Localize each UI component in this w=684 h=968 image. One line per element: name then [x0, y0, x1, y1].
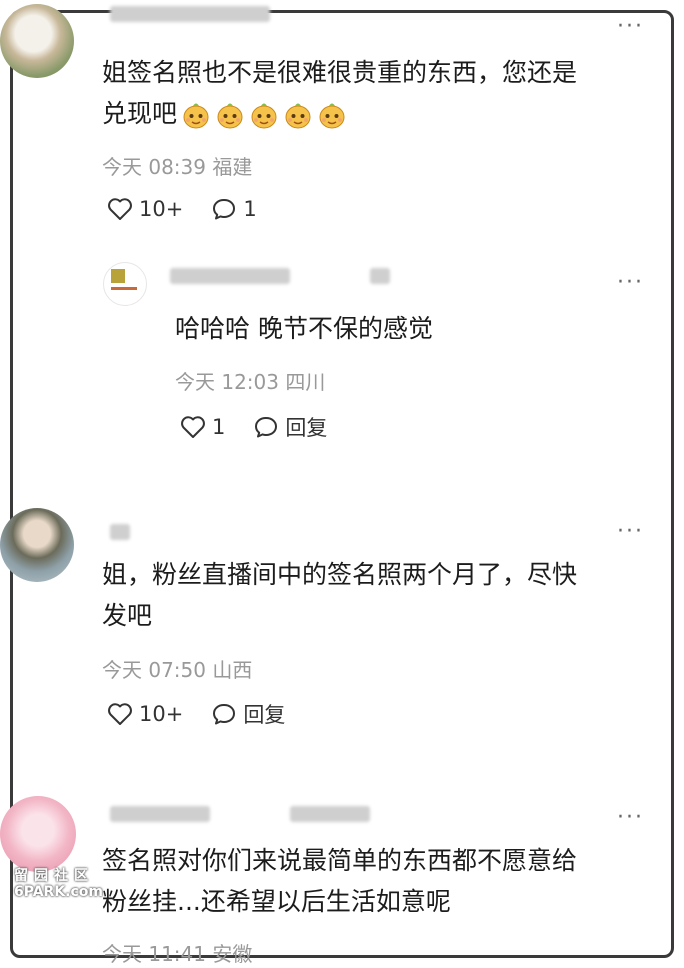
crying-emoji-icon [183, 103, 209, 129]
reply-button[interactable]: 回复 [253, 412, 327, 442]
like-button[interactable]: 10+ [107, 197, 183, 221]
crying-emoji-icon [251, 103, 277, 129]
comment-meta: 今天 08:39 福建 [102, 151, 252, 180]
reply-label: 回复 [243, 703, 286, 727]
watermark: 留园社区 6PARK.com [14, 868, 104, 900]
like-button[interactable]: 10+ [107, 702, 183, 726]
comment-text: 签名照对你们来说最简单的东西都不愿意给 粉丝挂...还希望以后生活如意呢 [102, 846, 578, 916]
avatar[interactable] [0, 4, 74, 78]
comment-bubble-icon [213, 199, 236, 220]
username-blurred[interactable] [110, 6, 270, 22]
comment-time: 今天 07:50 [102, 658, 206, 682]
avatar[interactable] [0, 508, 74, 582]
comment-text: 姐，粉丝直播间中的签名照两个月了，尽快 发吧 [102, 560, 578, 630]
comment-time: 今天 11:41 [102, 942, 206, 966]
username-blurred[interactable] [110, 806, 210, 822]
comment-actions: 10+ 1 [107, 197, 285, 221]
comment-actions: 1 回复 [180, 412, 355, 442]
comment-meta: 今天 12:03 四川 [175, 366, 325, 395]
reply-button[interactable]: 回复 [211, 699, 285, 729]
avatar[interactable] [0, 796, 76, 872]
crying-emoji-icon [217, 103, 243, 129]
like-count: 1 [212, 415, 226, 439]
comment-time: 今天 12:03 [175, 370, 279, 394]
like-count: 10+ [139, 197, 184, 221]
username-blurred[interactable] [290, 806, 370, 822]
comment-location: 福建 [212, 155, 253, 179]
comment-location: 安徽 [212, 942, 253, 966]
heart-icon [108, 198, 132, 220]
more-options-icon[interactable]: ··· [617, 807, 644, 829]
reply-label: 回复 [285, 416, 328, 440]
username-blurred[interactable] [110, 524, 130, 540]
reply-button[interactable]: 1 [211, 197, 257, 221]
crying-emoji-icon [285, 103, 311, 129]
heart-icon [181, 416, 205, 438]
heart-icon [108, 703, 132, 725]
reply-count: 1 [243, 197, 257, 221]
comment-meta: 今天 11:41 安徽 [102, 938, 252, 967]
more-options-icon[interactable]: ··· [617, 521, 644, 543]
comment-location: 山西 [212, 658, 253, 682]
username-blurred[interactable] [370, 268, 390, 284]
like-count: 10+ [139, 702, 184, 726]
more-options-icon[interactable]: ··· [617, 16, 644, 38]
crying-emoji-icon [319, 103, 345, 129]
comment-bubble-icon [213, 704, 236, 725]
emoji-row [177, 99, 347, 129]
comment-text: 姐签名照也不是很难很贵重的东西，您还是 兑现吧 [102, 58, 578, 129]
comment-bubble-icon [255, 417, 278, 438]
comment-actions: 10+ 回复 [107, 699, 313, 729]
more-options-icon[interactable]: ··· [617, 272, 644, 294]
comment-location: 四川 [285, 370, 326, 394]
comment-text: 哈哈哈 晚节不保的感觉 [175, 314, 433, 343]
username-blurred[interactable] [170, 268, 290, 284]
avatar[interactable] [103, 262, 147, 306]
like-button[interactable]: 1 [180, 415, 225, 439]
comment-time: 今天 08:39 [102, 155, 206, 179]
comment-meta: 今天 07:50 山西 [102, 654, 252, 683]
